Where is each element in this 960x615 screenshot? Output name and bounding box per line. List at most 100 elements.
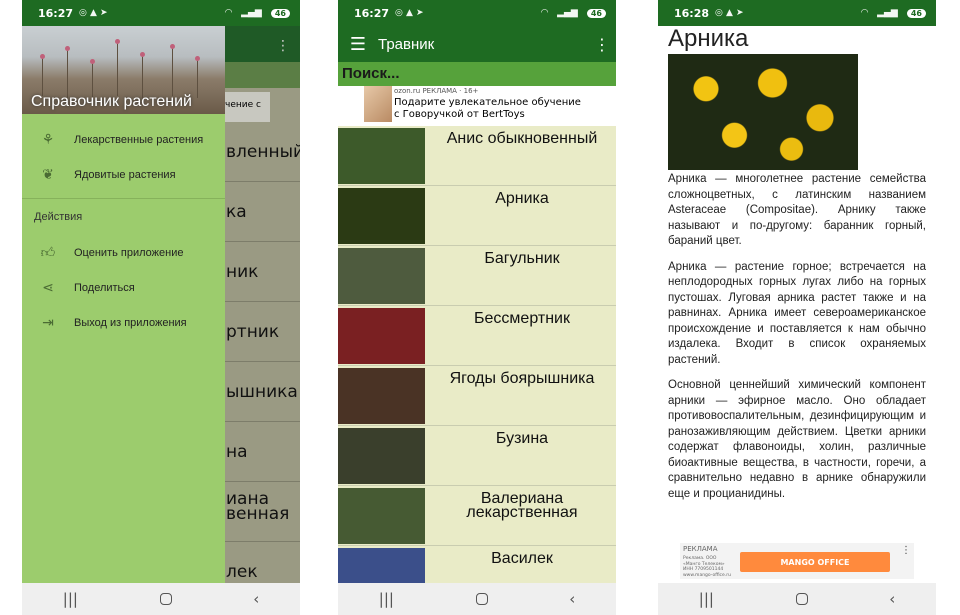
plant-name: Бузина (495, 430, 549, 447)
battery-indicator: 46 (586, 8, 606, 18)
status-bar: 16:28 ◎ ▲ ➤ ◠ ▂▄▆ 46 (658, 0, 936, 26)
signal-icon: ▂▄▆ (241, 8, 262, 18)
list-item[interactable]: Багульник (338, 246, 616, 306)
drawer-item-share[interactable]: ⋖ Поделиться (22, 270, 225, 305)
drawer-item-rate[interactable]: 👍︎ Оценить приложение (22, 235, 225, 270)
system-nav-bar: ||| ‹ (22, 583, 300, 615)
background-ad: чение с (222, 92, 270, 122)
list-item[interactable]: Анис обыкновенный (338, 126, 616, 186)
wifi-icon: ◠ (541, 8, 549, 18)
wifi-icon: ◠ (225, 8, 233, 18)
share-icon: ⋖ (42, 279, 54, 295)
ad-source: ozon.ru РЕКЛАМА · 16+ (394, 87, 478, 95)
drawer-item-exit[interactable]: ⇥ Выход из приложения (22, 305, 225, 340)
background-row: ка (222, 184, 300, 242)
drawer-header-image: Справочник растений (22, 26, 225, 114)
background-row: ртник (222, 304, 300, 362)
plant-thumbnail (338, 188, 425, 244)
ad-image (364, 86, 392, 122)
notification-icons: ◎ ▲ ➤ (715, 8, 744, 18)
background-row: иана венная (222, 484, 300, 542)
article-paragraph: Арника — многолетнее растение семейства … (668, 173, 926, 247)
plant-name: Бессмертник (474, 310, 570, 327)
more-icon: ⋮ (276, 38, 290, 54)
drawer-title: Справочник растений (31, 93, 192, 110)
ad-banner[interactable]: ozon.ru РЕКЛАМА · 16+ Подарите увлекател… (364, 86, 590, 122)
article-paragraph: Основной ценнейший химический компонент … (668, 379, 926, 500)
battery-indicator: 46 (906, 8, 926, 18)
list-item[interactable]: Бессмертник (338, 306, 616, 366)
app-title: Травник (378, 35, 435, 53)
plant-thumbnail (338, 248, 425, 304)
list-item[interactable]: Арника (338, 186, 616, 246)
status-time: 16:27 (354, 6, 390, 20)
ad-tag: РЕКЛАМА · 16+ (422, 87, 479, 95)
back-button[interactable]: ‹ (569, 590, 575, 608)
ad-label: РЕКЛАМА (683, 545, 718, 553)
home-button[interactable] (159, 593, 172, 605)
ad-legal-text: Реклама. ООО «Манго Телеком» ИНН 7709501… (683, 556, 731, 578)
drawer-section-title: Действия (34, 211, 83, 223)
more-options-icon[interactable]: ⋮ (588, 35, 616, 54)
ad-source-name: ozon.ru (394, 87, 421, 95)
herb-icon: ⚘ (41, 131, 55, 147)
plant-name: Багульник (484, 250, 560, 267)
status-time: 16:28 (674, 6, 710, 20)
plant-thumbnail (338, 368, 425, 424)
drawer-item-label: Лекарственные растения (74, 133, 204, 146)
notification-icons: ◎ ▲ ➤ (79, 8, 108, 18)
recents-button[interactable]: ||| (699, 590, 714, 608)
list-item[interactable]: Валериана лекарственная (338, 486, 616, 546)
app-bar: ☰ Травник ⋮ (338, 26, 616, 62)
article: Арника Арника — многолетнее растение сем… (658, 26, 936, 543)
plant-thumbnail (338, 308, 425, 364)
background-row-line: венная (226, 504, 290, 524)
plant-title: Арника (668, 26, 749, 52)
exit-icon: ⇥ (42, 314, 54, 330)
drawer-item-label: Ядовитые растения (74, 168, 176, 181)
plant-name: Арника (495, 190, 549, 207)
background-row: лек (222, 544, 300, 584)
signal-icon: ▂▄▆ (877, 8, 898, 18)
plant-name: Василек (491, 550, 553, 567)
plant-thumbnail (338, 488, 425, 544)
drawer-item-label: Оценить приложение (74, 246, 184, 259)
drawer-divider (22, 198, 225, 199)
home-button[interactable] (795, 593, 808, 605)
plant-name: Анис обыкновенный (446, 130, 598, 147)
status-bar: 16:27 ◎ ▲ ➤ ◠ ▂▄▆ 46 (338, 0, 616, 26)
drawer-item-poisonous[interactable]: ❦ Ядовитые растения (22, 157, 225, 192)
background-row: вленный (222, 124, 300, 182)
screen-plant-detail: 16:28 ◎ ▲ ➤ ◠ ▂▄▆ 46 Арника Арника — много… (658, 0, 936, 615)
hamburger-menu-icon[interactable]: ☰ (338, 34, 378, 55)
plant-photo (668, 54, 858, 170)
back-button[interactable]: ‹ (253, 590, 259, 608)
drawer-item-label: Выход из приложения (74, 316, 187, 329)
recents-button[interactable]: ||| (379, 590, 394, 608)
status-bar: 16:27 ◎ ▲ ➤ ◠ ▂▄▆ 46 (22, 0, 300, 26)
drawer-item-medicinal[interactable]: ⚘ Лекарственные растения (22, 122, 225, 157)
list-item[interactable]: Бузина (338, 426, 616, 486)
ad-cta-button[interactable]: MANGO OFFICE (740, 552, 890, 572)
plant-list: Анис обыкновенный Арника Багульник Бессм… (338, 126, 616, 606)
navigation-drawer: Справочник растений ⚘ Лекарственные расте… (22, 26, 225, 583)
article-paragraph: Арника — растение горное; встречается на… (668, 260, 926, 366)
recents-button[interactable]: ||| (63, 590, 78, 608)
plant-thumbnail (338, 428, 425, 484)
ad-banner[interactable]: РЕКЛАМА Реклама. ООО «Манго Телеком» ИНН… (680, 543, 914, 579)
search-input[interactable]: Поиск... (338, 62, 616, 86)
system-nav-bar: ||| ‹ (658, 583, 936, 615)
background-row: ник (222, 244, 300, 302)
background-row: ышника (222, 364, 300, 422)
status-time: 16:27 (38, 6, 74, 20)
back-button[interactable]: ‹ (889, 590, 895, 608)
ad-more-icon[interactable]: ⋮ (901, 545, 911, 556)
background-row: на (222, 424, 300, 482)
notification-icons: ◎ ▲ ➤ (395, 8, 424, 18)
wifi-icon: ◠ (861, 8, 869, 18)
signal-icon: ▂▄▆ (557, 8, 578, 18)
list-item[interactable]: Ягоды боярышника (338, 366, 616, 426)
thumb-up-icon: 👍︎ (40, 244, 56, 260)
screen-plant-list: 16:27 ◎ ▲ ➤ ◠ ▂▄▆ 46 ☰ Травник ⋮ Поиск... … (338, 0, 616, 615)
home-button[interactable] (475, 593, 488, 605)
